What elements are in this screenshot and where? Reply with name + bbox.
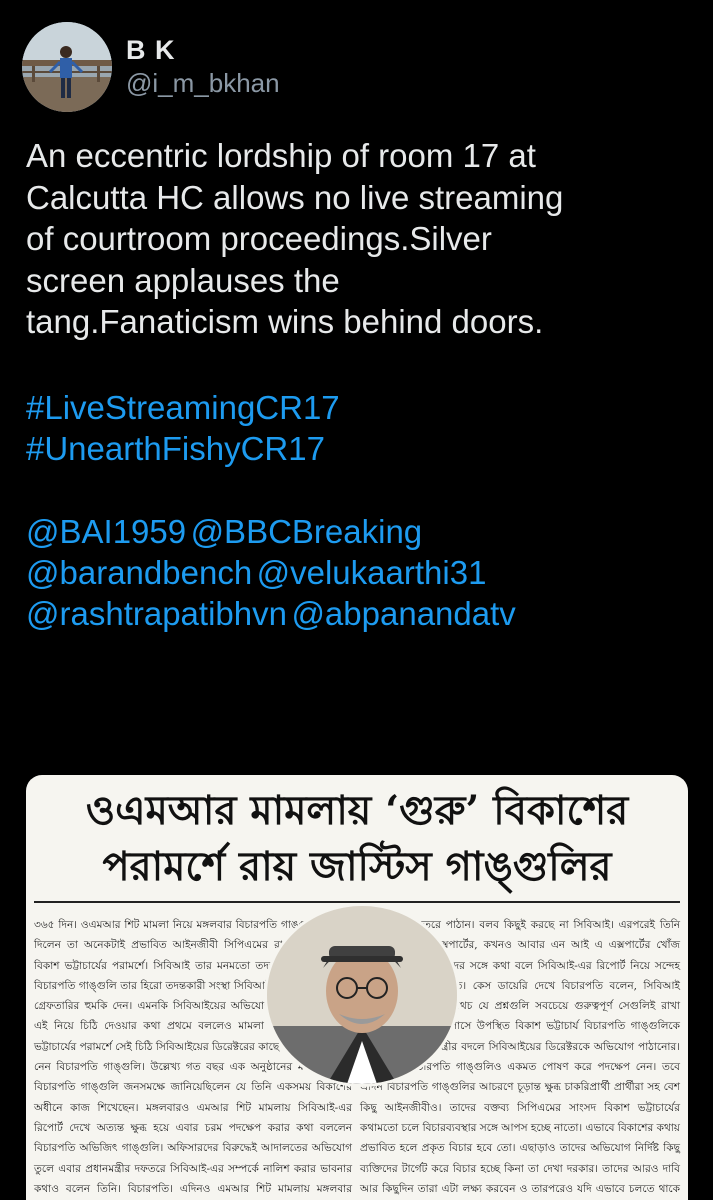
mentions: @BAI1959 @BBCBreaking @barandbench @velu…	[26, 511, 698, 634]
mention-link[interactable]: @velukaarthi31	[257, 554, 487, 591]
mention-link[interactable]: @BBCBreaking	[191, 513, 423, 550]
avatar-photo-icon	[22, 22, 112, 112]
mention-link[interactable]: @rashtrapatibhvn	[26, 595, 287, 632]
hashtag-link[interactable]: #UnearthFishyCR17	[26, 428, 698, 469]
tweet-text-line: Calcutta HC allows no live streaming	[26, 178, 564, 216]
avatar[interactable]	[22, 22, 112, 112]
hashtag-link[interactable]: #LiveStreamingCR17	[26, 387, 698, 428]
newspaper-headline: ওএমআর মামলায় ‘গুরু’ বিকাশের পরামর্শে রা…	[26, 783, 688, 895]
headline-line: পরামর্শে রায় জাস্টিস গাঙ্গুলির	[102, 843, 612, 890]
display-name[interactable]: B K	[126, 34, 280, 66]
attached-image[interactable]: ওএমআর মামলায় ‘গুরু’ বিকাশের পরামর্শে রা…	[26, 775, 688, 1200]
tweet-body: An eccentric lordship of room 17 at Calc…	[26, 135, 698, 634]
tweet-text-line: screen applauses the	[26, 261, 340, 299]
mention-link[interactable]: @barandbench	[26, 554, 252, 591]
judge-portrait-icon	[264, 903, 460, 1087]
tweet-text: An eccentric lordship of room 17 at Calc…	[26, 135, 698, 343]
mention-link[interactable]: @BAI1959	[26, 513, 186, 550]
tweet-text-line: An eccentric lordship of room 17 at	[26, 137, 536, 174]
hashtags: #LiveStreamingCR17 #UnearthFishyCR17	[26, 387, 698, 469]
mentions-line: @barandbench @velukaarthi31	[26, 552, 698, 593]
mentions-line: @rashtrapatibhvn @abpanandatv	[26, 593, 698, 634]
author-names: B K @i_m_bkhan	[126, 34, 280, 100]
mention-link[interactable]: @abpanandatv	[291, 595, 515, 632]
tweet-text-line: tang.Fanaticism wins behind doors.	[26, 303, 544, 340]
headline-line: ওএমআর মামলায় ‘গুরু’ বিকাশের	[85, 787, 629, 834]
mentions-line: @BAI1959 @BBCBreaking	[26, 511, 698, 552]
tweet-header: B K @i_m_bkhan	[22, 22, 682, 114]
tweet-text-line: of courtroom proceedings.Silver	[26, 220, 492, 257]
user-handle[interactable]: @i_m_bkhan	[126, 66, 280, 100]
